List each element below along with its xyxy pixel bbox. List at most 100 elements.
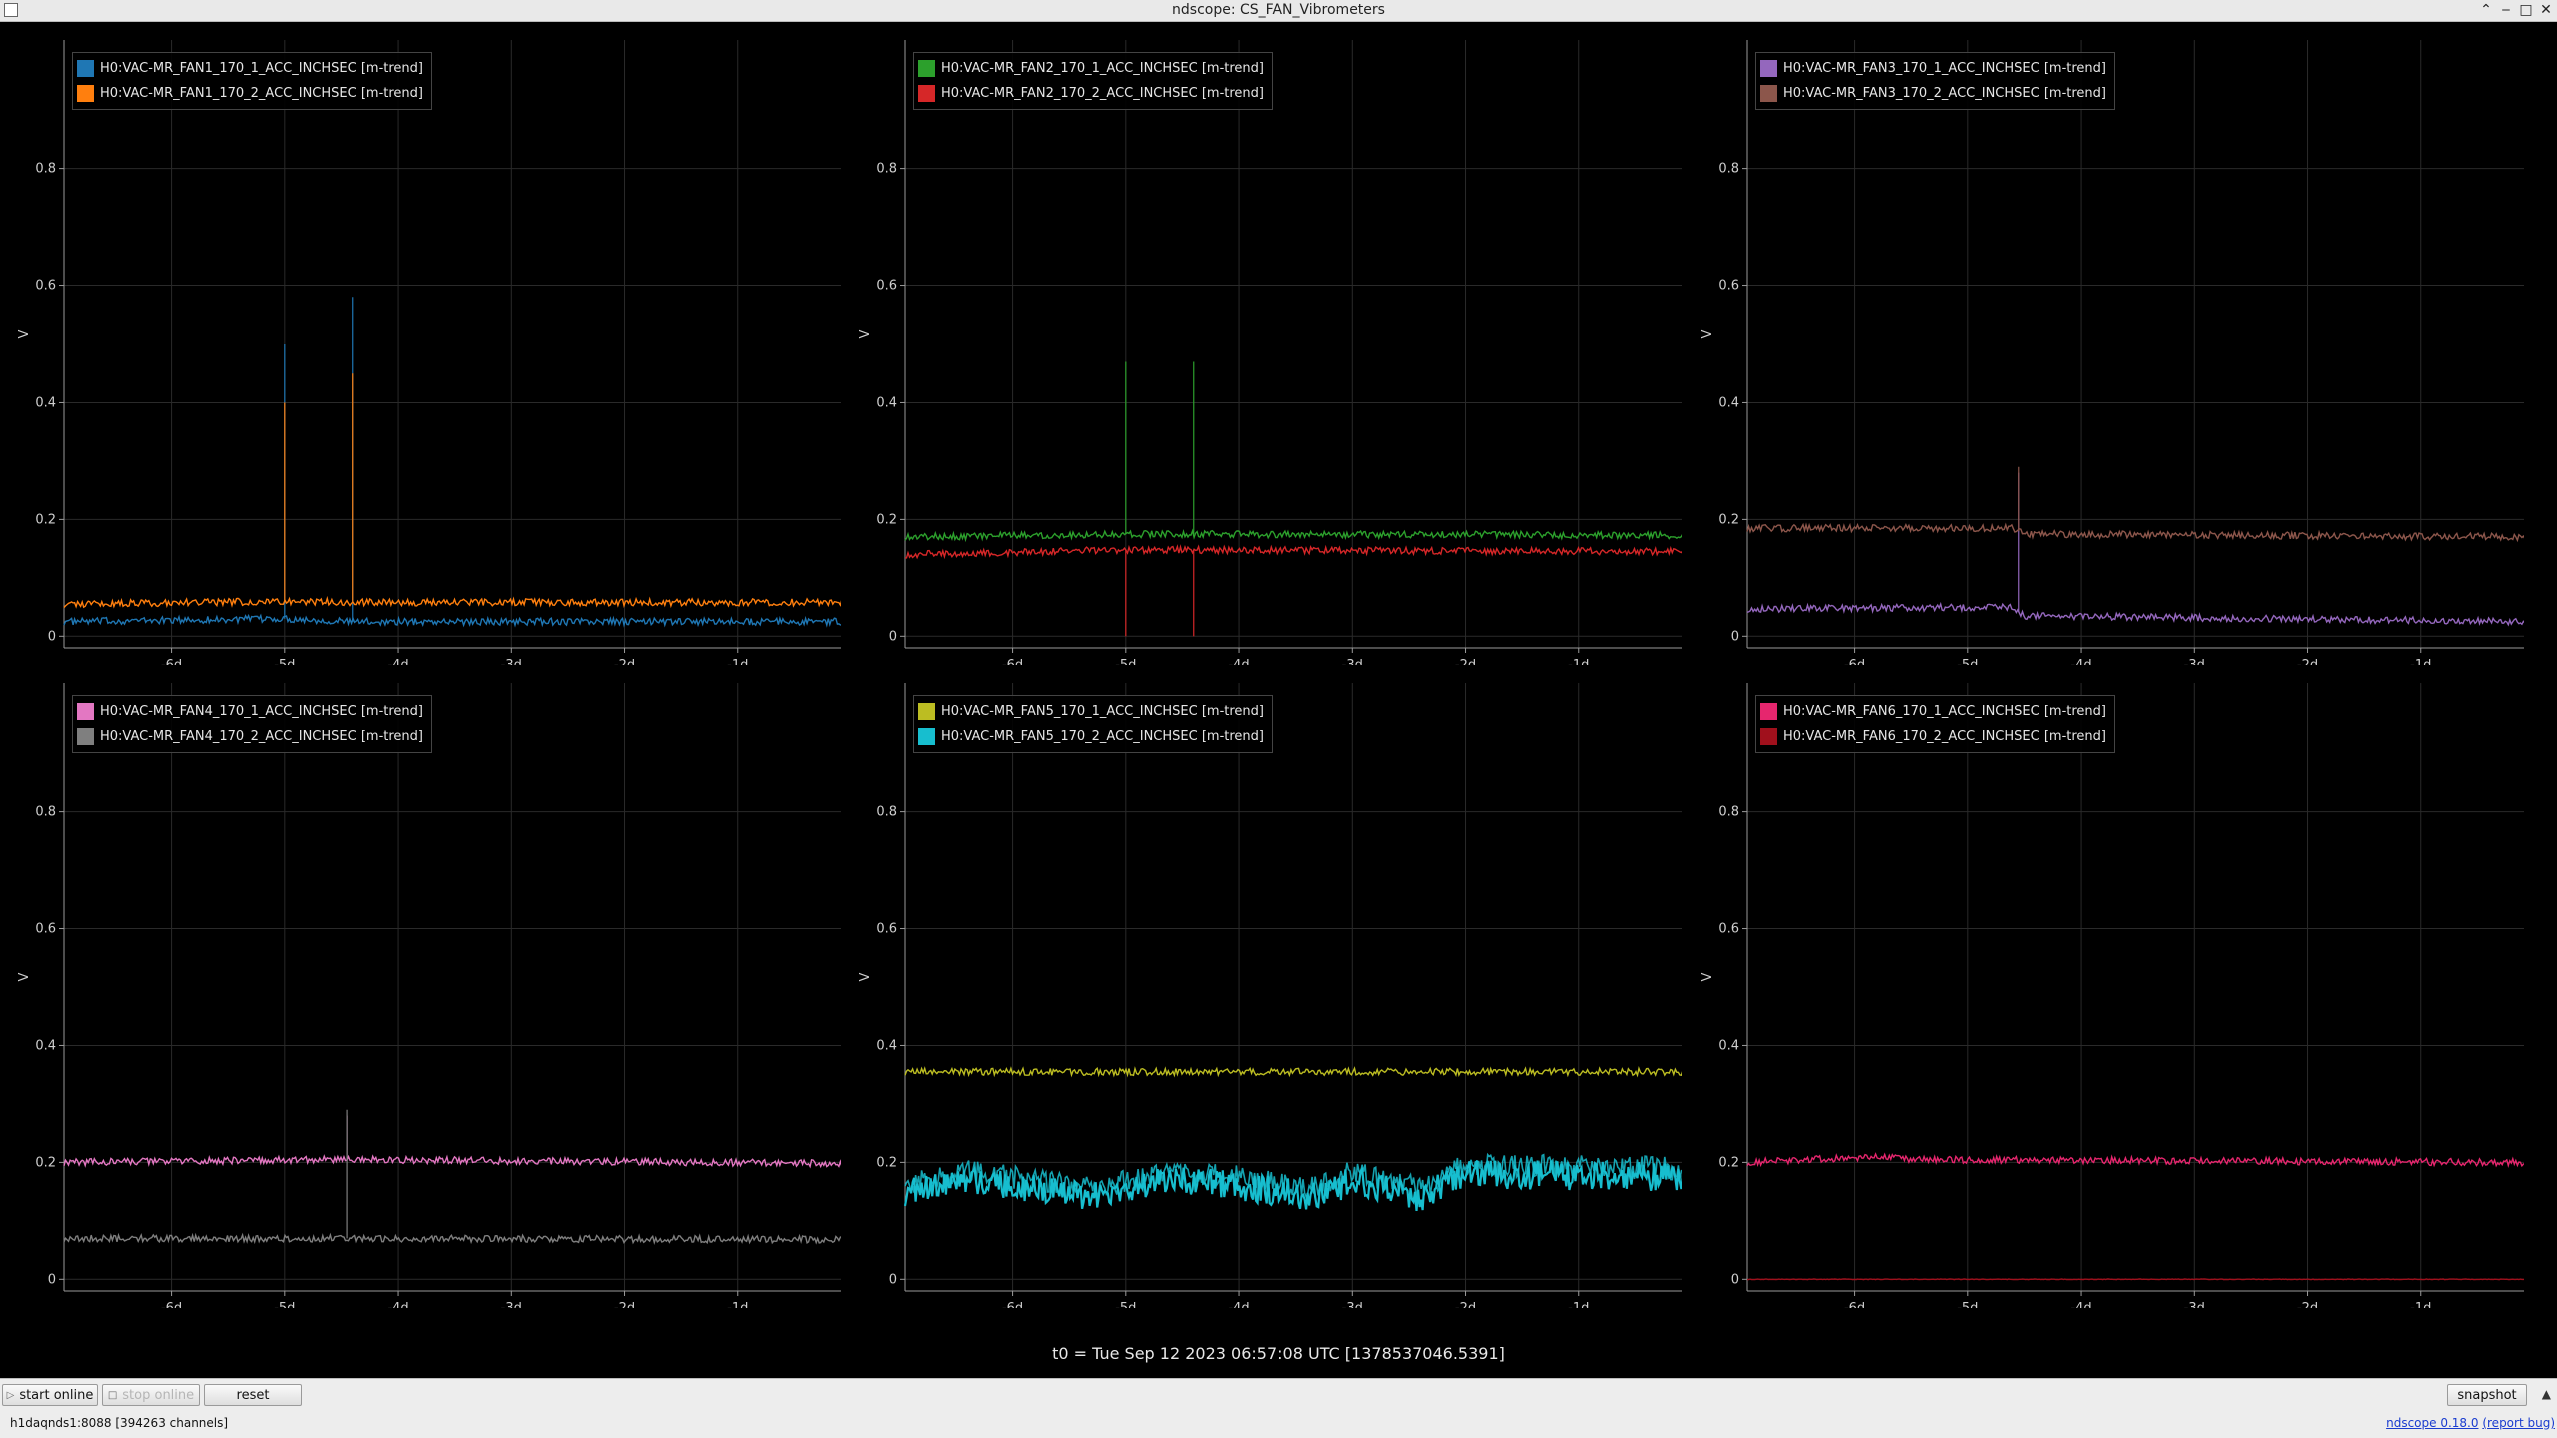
legend-label: H0:VAC-MR_FAN5_170_1_ACC_INCHSEC [m-tren… — [941, 704, 1264, 719]
series-line-5-1 — [904, 1066, 1682, 1078]
series-line-1-1 — [63, 613, 841, 628]
y-tick-label: 0 — [48, 629, 56, 644]
y-tick-label: 0.2 — [1718, 512, 1739, 527]
start-online-button[interactable]: ▷ start online — [2, 1384, 98, 1406]
x-tick-label: -6d — [1844, 1301, 1865, 1308]
x-tick-label: -3d — [1342, 1301, 1363, 1308]
legend-item[interactable]: H0:VAC-MR_FAN5_170_1_ACC_INCHSEC [m-tren… — [918, 699, 1264, 724]
legend-item[interactable]: H0:VAC-MR_FAN5_170_2_ACC_INCHSEC [m-tren… — [918, 724, 1264, 749]
plot-panel-5[interactable]: -6d -5d -4d -3d -2d -1d 0 0.2 0.4 0.6 0.8 V H0:VAC-M… — [841, 665, 1682, 1308]
x-tick-label: -1d — [727, 658, 748, 665]
plot-canvas-4[interactable]: -6d -5d -4d -3d -2d -1d 0 0.2 0.4 0.6 0.8 V — [0, 665, 841, 1308]
x-tick-label: -2d — [1455, 1301, 1476, 1308]
expand-arrow-icon[interactable]: ▲ — [2542, 1387, 2551, 1401]
y-tick-label: 0.6 — [876, 279, 897, 294]
y-axis-label: V — [17, 329, 32, 338]
plot-panel-2[interactable]: -6d -5d -4d -3d -2d -1d 0 0.2 0.4 0.6 0.8 V H0:VAC-M… — [841, 22, 1682, 665]
plot-panel-4[interactable]: -6d -5d -4d -3d -2d -1d 0 0.2 0.4 0.6 0.8 V H0:VAC-M… — [0, 665, 841, 1308]
y-tick-label: 0.2 — [1718, 1155, 1739, 1170]
legend-item[interactable]: H0:VAC-MR_FAN2_170_1_ACC_INCHSEC [m-tren… — [918, 56, 1264, 81]
nds-status: h1daqnds1:8088 [394263 channels] — [10, 1416, 229, 1430]
legend-item[interactable]: H0:VAC-MR_FAN3_170_2_ACC_INCHSEC [m-tren… — [1760, 81, 2106, 106]
snapshot-button[interactable]: snapshot — [2447, 1384, 2527, 1406]
x-tick-label: -5d — [1115, 658, 1136, 665]
series-line-2-2 — [905, 544, 1682, 560]
legend-swatch — [918, 703, 935, 720]
series-line-6-1 — [1746, 1152, 2524, 1169]
y-tick-label: 0.4 — [35, 395, 56, 410]
plot-legend-2[interactable]: H0:VAC-MR_FAN2_170_1_ACC_INCHSEC [m-tren… — [913, 52, 1273, 110]
minimize-window-button[interactable]: ‒ — [2497, 1, 2515, 19]
legend-swatch — [1760, 728, 1777, 745]
legend-swatch — [918, 728, 935, 745]
legend-item[interactable]: H0:VAC-MR_FAN6_170_1_ACC_INCHSEC [m-tren… — [1760, 699, 2106, 724]
x-tick-label: -2d — [1455, 658, 1476, 665]
legend-item[interactable]: H0:VAC-MR_FAN3_170_1_ACC_INCHSEC [m-tren… — [1760, 56, 2106, 81]
y-tick-label: 0.4 — [1718, 395, 1739, 410]
y-tick-label: 0.4 — [35, 1038, 56, 1053]
plot-canvas-3[interactable]: -6d -5d -4d -3d -2d -1d 0 0.2 0.4 0.6 0.8 V — [1683, 22, 2524, 665]
plot-canvas-2[interactable]: -6d -5d -4d -3d -2d -1d 0 0.2 0.4 0.6 0.8 V — [841, 22, 1682, 665]
x-tick-label: -1d — [2410, 1301, 2431, 1308]
legend-swatch — [77, 703, 94, 720]
legend-label: H0:VAC-MR_FAN6_170_1_ACC_INCHSEC [m-tren… — [1783, 704, 2106, 719]
legend-label: H0:VAC-MR_FAN1_170_1_ACC_INCHSEC [m-tren… — [100, 61, 423, 76]
y-axis-label: V — [858, 972, 873, 981]
legend-item[interactable]: H0:VAC-MR_FAN4_170_2_ACC_INCHSEC [m-tren… — [77, 724, 423, 749]
x-tick-label: -2d — [2297, 658, 2318, 665]
y-tick-label: 0.6 — [1718, 279, 1739, 294]
plot-panel-6[interactable]: -6d -5d -4d -3d -2d -1d 0 0.2 0.4 0.6 0.8 V H0:VAC-M… — [1683, 665, 2524, 1308]
plot-canvas-5[interactable]: -6d -5d -4d -3d -2d -1d 0 0.2 0.4 0.6 0.8 V — [841, 665, 1682, 1308]
x-tick-label: -5d — [1115, 1301, 1136, 1308]
report-bug-link[interactable]: (report bug) — [2482, 1416, 2555, 1430]
x-tick-label: -6d — [161, 658, 182, 665]
series-line-3-2 — [1746, 522, 2524, 543]
x-tick-label: -5d — [274, 1301, 295, 1308]
x-tick-label: -2d — [2297, 1301, 2318, 1308]
legend-item[interactable]: H0:VAC-MR_FAN2_170_2_ACC_INCHSEC [m-tren… — [918, 81, 1264, 106]
legend-swatch — [77, 728, 94, 745]
y-axis-label: V — [1700, 972, 1715, 981]
plot-canvas-1[interactable]: -6d -5d -4d -3d -2d -1d 0 0.2 0.4 0.6 0.8 V — [0, 22, 841, 665]
plot-panel-3[interactable]: -6d -5d -4d -3d -2d -1d 0 0.2 0.4 0.6 0.8 V H0:VAC-M… — [1683, 22, 2524, 665]
reset-button[interactable]: reset — [204, 1384, 302, 1406]
legend-swatch — [77, 60, 94, 77]
plot-legend-4[interactable]: H0:VAC-MR_FAN4_170_1_ACC_INCHSEC [m-tren… — [72, 695, 432, 753]
y-tick-label: 0 — [889, 629, 897, 644]
y-tick-label: 0.2 — [35, 512, 56, 527]
shade-window-button[interactable]: ⌃ — [2477, 1, 2495, 19]
series-line-1-2 — [63, 595, 841, 609]
y-tick-label: 0.6 — [876, 922, 897, 937]
legend-label: H0:VAC-MR_FAN4_170_1_ACC_INCHSEC [m-tren… — [100, 704, 423, 719]
plot-legend-6[interactable]: H0:VAC-MR_FAN6_170_1_ACC_INCHSEC [m-tren… — [1755, 695, 2115, 753]
y-tick-label: 0 — [48, 1272, 56, 1287]
y-tick-label: 0 — [889, 1272, 897, 1287]
legend-item[interactable]: H0:VAC-MR_FAN4_170_1_ACC_INCHSEC [m-tren… — [77, 699, 423, 724]
legend-label: H0:VAC-MR_FAN6_170_2_ACC_INCHSEC [m-tren… — [1783, 729, 2106, 744]
legend-label: H0:VAC-MR_FAN1_170_2_ACC_INCHSEC [m-tren… — [100, 86, 423, 101]
y-tick-label: 0.8 — [876, 805, 897, 820]
x-tick-label: -1d — [727, 1301, 748, 1308]
legend-item[interactable]: H0:VAC-MR_FAN1_170_1_ACC_INCHSEC [m-tren… — [77, 56, 423, 81]
legend-label: H0:VAC-MR_FAN4_170_2_ACC_INCHSEC [m-tren… — [100, 729, 423, 744]
plot-legend-3[interactable]: H0:VAC-MR_FAN3_170_1_ACC_INCHSEC [m-tren… — [1755, 52, 2115, 110]
legend-item[interactable]: H0:VAC-MR_FAN1_170_2_ACC_INCHSEC [m-tren… — [77, 81, 423, 106]
plot-grid: -6d -5d -4d -3d -2d -1d 0 0.2 0.4 0.6 0.8 V H0:VAC-M… — [0, 22, 2557, 1342]
close-window-button[interactable]: ✕ — [2537, 1, 2555, 19]
maximize-window-button[interactable]: □ — [2517, 1, 2535, 19]
series-line-6-2 — [1747, 1278, 2524, 1281]
x-tick-label: -4d — [387, 658, 408, 665]
version-link[interactable]: ndscope 0.18.0 — [2386, 1416, 2478, 1430]
plot-canvas-6[interactable]: -6d -5d -4d -3d -2d -1d 0 0.2 0.4 0.6 0.8 V — [1683, 665, 2524, 1308]
plot-legend-1[interactable]: H0:VAC-MR_FAN1_170_1_ACC_INCHSEC [m-tren… — [72, 52, 432, 110]
x-tick-label: -5d — [274, 658, 295, 665]
window-titlebar: ndscope: CS_FAN_Vibrometers ⌃ ‒ □ ✕ — [0, 0, 2557, 22]
y-tick-label: 0.8 — [876, 162, 897, 177]
plot-panel-1[interactable]: -6d -5d -4d -3d -2d -1d 0 0.2 0.4 0.6 0.8 V H0:VAC-M… — [0, 22, 841, 665]
plot-legend-5[interactable]: H0:VAC-MR_FAN5_170_1_ACC_INCHSEC [m-tren… — [913, 695, 1273, 753]
start-online-label: start online — [19, 1387, 94, 1403]
y-axis-label: V — [17, 972, 32, 981]
stop-online-button[interactable]: □ stop online — [102, 1384, 200, 1406]
x-tick-label: -4d — [387, 1301, 408, 1308]
legend-item[interactable]: H0:VAC-MR_FAN6_170_2_ACC_INCHSEC [m-tren… — [1760, 724, 2106, 749]
